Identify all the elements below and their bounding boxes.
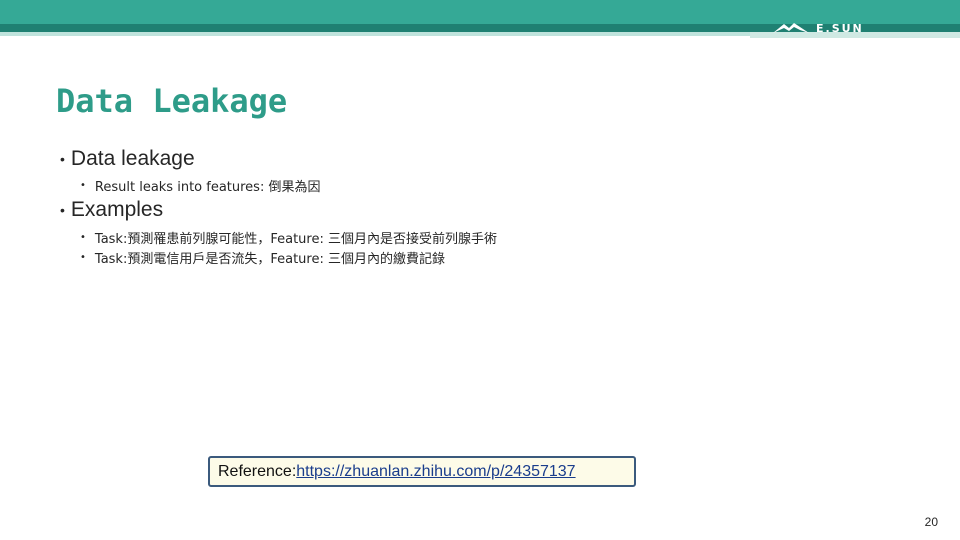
list-item-text: Task:預測電信用戶是否流失，Feature: 三個月內的繳費記錄 [94,252,445,267]
mountain-logo-icon [772,21,810,35]
list-item: • Task:預測罹患前列腺可能性，Feature: 三個月內是否接受前列腺手術 [80,228,497,247]
brand-name: E.SUN [816,21,864,35]
section-heading-label: Examples [70,198,164,221]
list-item-text: Result leaks into features: 倒果為因 [94,180,321,195]
bullet-icon: • [80,232,86,243]
bullet-icon: • [80,180,86,191]
list-item: • Task:預測電信用戶是否流失，Feature: 三個月內的繳費記錄 [80,248,445,267]
reference-link[interactable]: https://zhuanlan.zhihu.com/p/24357137 [296,463,575,481]
section-heading-data-leakage: • Data leakage [60,147,195,171]
slide-title: Data Leakage [56,82,288,120]
list-item: • Result leaks into features: 倒果為因 [80,176,320,195]
page-number: 20 [924,515,938,529]
bullet-icon: • [60,202,65,218]
list-item-text: Task:預測罹患前列腺可能性，Feature: 三個月內是否接受前列腺手術 [94,232,497,247]
header-bar-light-stripe [0,32,750,36]
bullet-icon: • [80,252,86,263]
reference-label: Reference: [218,462,297,480]
section-heading-examples: • Examples [60,198,163,222]
reference-box: Reference: https://zhuanlan.zhihu.com/p/… [208,456,636,487]
bullet-icon: • [60,151,65,167]
section-heading-label: Data leakage [70,147,195,170]
brand-logo: E.SUN [772,19,864,37]
